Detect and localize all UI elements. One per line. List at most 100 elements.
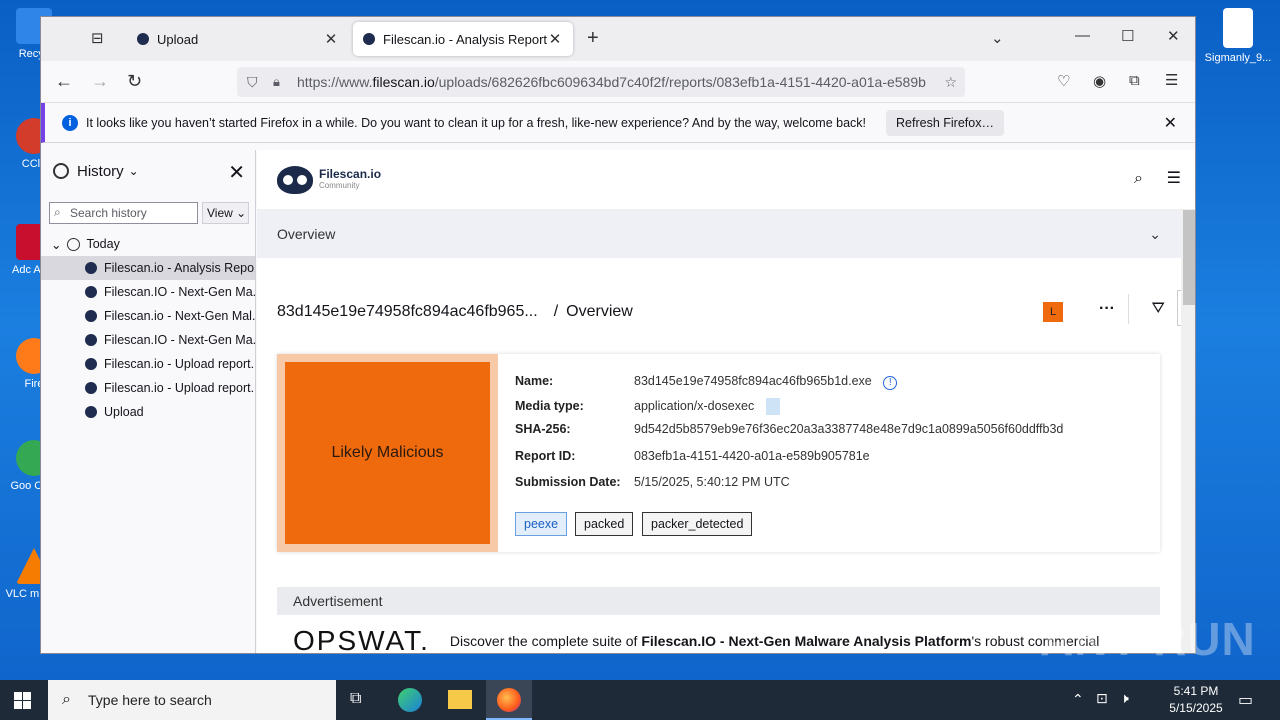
account-icon[interactable]: ◉: [1093, 72, 1106, 90]
url-bar[interactable]: ⛉ 🔒︎ https://www. filescan.io/uploads/682…: [237, 67, 965, 97]
tag-packer-detected[interactable]: packer_detected: [642, 512, 753, 536]
close-icon[interactable]: ✕: [1164, 113, 1177, 133]
favicon-icon: [85, 382, 97, 394]
filter-icon[interactable]: ⛛: [1152, 300, 1165, 318]
verdict-panel: Likely Malicious: [277, 354, 498, 552]
hamburger-menu-icon[interactable]: ☰: [1167, 168, 1181, 188]
chevron-down-icon: ⌄: [51, 237, 62, 252]
network-icon[interactable]: ⊡: [1096, 690, 1108, 707]
close-tab-icon[interactable]: ✕: [547, 30, 563, 48]
file-name-title: 83d145e19e74958fc894ac46fb965...: [277, 303, 538, 320]
desktop-icon-label: Sigmanly_9...: [1204, 52, 1272, 64]
task-view-icon[interactable]: ⧉: [350, 690, 361, 708]
tab-label: Filescan.io - Analysis Report for: [383, 31, 547, 47]
nav-bar: ← → ↻ ⛉ 🔒︎ https://www. filescan.io/uploa…: [41, 61, 1195, 103]
favicon-icon: [85, 310, 97, 322]
speaker-icon[interactable]: 🕨: [1120, 690, 1129, 707]
field-label: Submission Date:: [515, 475, 621, 489]
history-item[interactable]: Filescan.io - Upload report...: [41, 376, 255, 400]
search-history-input[interactable]: ⌕ Search history: [49, 202, 198, 224]
overview-dropdown[interactable]: Overview ⌄: [257, 210, 1195, 258]
field-label: Name:: [515, 374, 554, 388]
history-item[interactable]: Filescan.io - Analysis Repo...: [41, 256, 255, 280]
minimize-icon[interactable]: —: [1075, 27, 1090, 44]
notifications-icon[interactable]: ▭: [1238, 690, 1253, 710]
firefox-taskbar-icon[interactable]: [486, 680, 532, 720]
site-header: Filescan.io Community ⌕ ☰: [257, 150, 1195, 210]
desktop-icon-file[interactable]: Sigmanly_9...: [1204, 8, 1272, 65]
document-icon: [765, 398, 780, 415]
windows-start-icon[interactable]: [14, 692, 31, 709]
info-icon[interactable]: !: [883, 376, 898, 390]
tag-peexe[interactable]: peexe: [515, 512, 568, 536]
tag-packed[interactable]: packed: [575, 512, 634, 536]
report-summary-card: Likely Malicious Name: 83d145e19e74958fc8…: [277, 354, 1160, 552]
scrollbar[interactable]: [1181, 210, 1195, 653]
menu-icon[interactable]: ☰: [1165, 71, 1178, 89]
notification-message: It looks like you haven’t started Firefo…: [86, 115, 867, 130]
view-dropdown[interactable]: View ⌄: [202, 202, 249, 224]
extensions-icon[interactable]: ⧉: [1129, 72, 1140, 89]
filescan-logo-icon[interactable]: [277, 165, 313, 194]
chevron-down-icon: ⌄: [232, 206, 247, 220]
new-tab-icon[interactable]: +: [587, 27, 599, 50]
sidebar-title: History: [77, 162, 124, 180]
history-item[interactable]: Upload: [41, 400, 255, 424]
field-name: Name: 83d145e19e74958fc894ac46fb965b1d.ex…: [515, 374, 898, 390]
history-tree: ⌄ Today Filescan.io - Analysis Repo... F…: [41, 232, 255, 424]
field-sha256: SHA-256: 9d542d5b8579eb9e76f36ec20a3a3387…: [515, 422, 1063, 436]
more-options-icon[interactable]: ···: [1099, 300, 1115, 318]
close-window-icon[interactable]: ✕: [1167, 27, 1180, 45]
tab-analysis-report[interactable]: Filescan.io - Analysis Report for ✕: [353, 22, 573, 56]
url-path: /uploads/682626fbc609634bd7c40f2f/report…: [434, 74, 926, 90]
edge-icon[interactable]: [398, 688, 422, 712]
bookmark-star-icon[interactable]: ☆: [938, 73, 957, 91]
chevron-down-icon[interactable]: ⌄: [991, 29, 1004, 47]
history-item[interactable]: Filescan.io - Next-Gen Mal...: [41, 304, 255, 328]
clock[interactable]: 5:41 PM 5/15/2025: [1164, 683, 1228, 717]
file-explorer-icon[interactable]: [448, 690, 472, 709]
maximize-icon[interactable]: ☐: [1121, 27, 1134, 45]
url-prefix: https://www.: [297, 74, 373, 90]
sidebar-header[interactable]: History ⌄ ✕: [41, 150, 255, 192]
history-group-today[interactable]: ⌄ Today: [41, 232, 255, 256]
media-type-value: application/x-dosexec: [634, 398, 755, 413]
url-domain: filescan.io: [372, 74, 435, 90]
forward-icon[interactable]: →: [91, 71, 109, 92]
favicon-icon: [85, 406, 97, 418]
report-id-value: 083efb1a-4151-4420-a01a-e589b905781e: [634, 449, 870, 463]
report-title-bar: 83d145e19e74958fc894ac46fb965... / Overv…: [277, 294, 1177, 324]
field-media-type: Media type: application/x-dosexec: [515, 398, 780, 415]
taskbar-search-input[interactable]: ⌕ Type here to search: [48, 680, 336, 720]
overview-label: Overview: [277, 226, 336, 242]
scrollbar-thumb[interactable]: [1183, 210, 1195, 305]
divider: [1128, 294, 1129, 324]
history-item-label: Upload: [104, 405, 144, 419]
notification-bar: i It looks like you haven’t started Fire…: [41, 103, 1195, 143]
search-icon[interactable]: ⌕: [1134, 170, 1143, 188]
history-item-label: Filescan.io - Upload report...: [104, 381, 255, 395]
file-name-value: 83d145e19e74958fc894ac46fb965b1d.exe: [634, 374, 872, 388]
pocket-icon[interactable]: ♡: [1057, 72, 1070, 90]
history-item[interactable]: Filescan.io - Upload report...: [41, 352, 255, 376]
sha256-value: 9d542d5b8579eb9e76f36ec20a3a3387748e48e7…: [634, 422, 1064, 436]
brand[interactable]: Filescan.io Community: [319, 168, 381, 191]
ad-body[interactable]: OPSWAT. Discover the complete suite of F…: [277, 615, 1160, 653]
reload-icon[interactable]: ↻: [127, 71, 142, 92]
tab-list-icon[interactable]: ⊟: [91, 29, 104, 47]
history-item[interactable]: Filescan.IO - Next-Gen Ma...: [41, 280, 255, 304]
page-content: Filescan.io Community ⌕ ☰ Overview ⌄ 83d…: [257, 150, 1195, 653]
search-icon: ⌕: [62, 691, 71, 708]
back-icon[interactable]: ←: [55, 71, 73, 92]
field-label: Report ID:: [515, 449, 576, 463]
brand-subtitle: Community: [319, 180, 360, 190]
refresh-firefox-button[interactable]: Refresh Firefox…: [886, 109, 1004, 136]
tab-upload[interactable]: Upload ✕: [127, 22, 349, 56]
breadcrumb-current: Overview: [566, 303, 633, 320]
favicon-icon: [137, 33, 149, 45]
close-sidebar-icon[interactable]: ✕: [228, 160, 245, 185]
chevron-up-icon[interactable]: ⌃: [1072, 691, 1084, 708]
history-item[interactable]: Filescan.IO - Next-Gen Ma...: [41, 328, 255, 352]
close-tab-icon[interactable]: ✕: [323, 30, 339, 48]
history-item-label: Filescan.IO - Next-Gen Ma...: [104, 285, 255, 299]
